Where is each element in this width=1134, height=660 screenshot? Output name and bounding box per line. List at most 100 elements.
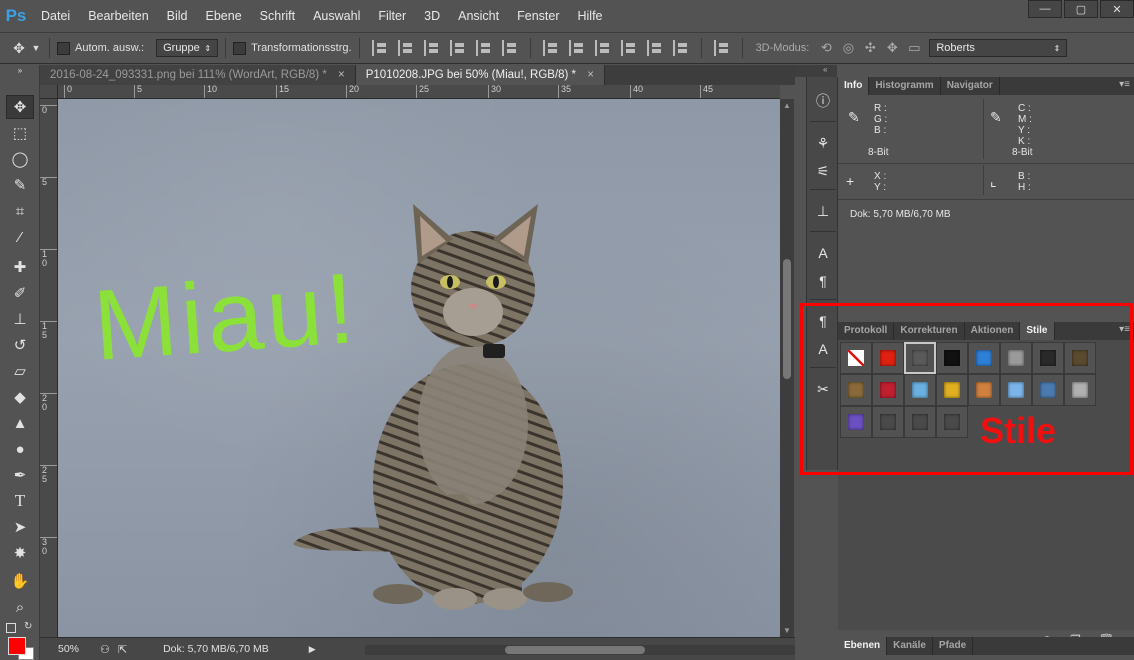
- blur-tool-icon[interactable]: ▲: [6, 411, 34, 435]
- dodge-tool-icon[interactable]: ●: [6, 437, 34, 461]
- default-colors-icon[interactable]: [6, 623, 16, 633]
- hand-tool-icon[interactable]: ✋: [6, 569, 34, 593]
- menu-fenster[interactable]: Fenster: [508, 0, 568, 32]
- info-panel-icon[interactable]: ⓘ: [811, 89, 835, 113]
- menu-bearbeiten[interactable]: Bearbeiten: [79, 0, 157, 32]
- transform-controls-checkbox[interactable]: [233, 41, 247, 55]
- share-icon[interactable]: ⇱: [118, 643, 127, 656]
- distribute-vcenter-icon[interactable]: [568, 40, 585, 56]
- crop-tool-icon[interactable]: ⌗: [6, 199, 34, 223]
- menu-hilfe[interactable]: Hilfe: [569, 0, 612, 32]
- tab-document-2[interactable]: P1010208.JPG bei 50% (Miau!, RGB/8) * ×: [355, 65, 605, 85]
- align-vcenter-icon[interactable]: [397, 40, 414, 56]
- scrollbar-thumb[interactable]: [783, 259, 791, 379]
- canvas-text-layer[interactable]: Miau!: [90, 251, 362, 384]
- tab-navigator[interactable]: Navigator: [941, 77, 1000, 95]
- horizontal-scrollbar[interactable]: [365, 645, 795, 655]
- tab-kanaele[interactable]: Kanäle: [887, 637, 933, 655]
- pen-tool-icon[interactable]: ✒: [6, 463, 34, 487]
- tab-ebenen[interactable]: Ebenen: [838, 637, 888, 655]
- marquee-tool-icon[interactable]: ⬚: [6, 121, 34, 145]
- quick-select-tool-icon[interactable]: ✎: [6, 173, 34, 197]
- camera-3d-icon[interactable]: ▭: [903, 40, 925, 56]
- style-swatch-empty-1[interactable]: [872, 406, 904, 438]
- tab-stile[interactable]: Stile: [1020, 322, 1055, 340]
- character-panel-icon[interactable]: A: [811, 241, 835, 265]
- panel-menu-icon[interactable]: ▾≡: [1119, 79, 1130, 90]
- tab-document-1[interactable]: 2016-08-24_093331.png bei 111% (WordArt,…: [40, 65, 356, 85]
- style-swatch-empty-2[interactable]: [904, 406, 936, 438]
- menu-ansicht[interactable]: Ansicht: [449, 0, 508, 32]
- menu-auswahl[interactable]: Auswahl: [304, 0, 369, 32]
- foreground-color-swatch[interactable]: [8, 637, 26, 655]
- type-tool-icon[interactable]: T: [6, 489, 34, 513]
- roll-3d-icon[interactable]: ◎: [837, 40, 859, 56]
- auto-align-icon[interactable]: [713, 40, 730, 56]
- eraser-tool-icon[interactable]: ▱: [6, 359, 34, 383]
- distribute-left-icon[interactable]: [620, 40, 637, 56]
- dock-collapse-bar[interactable]: «: [795, 65, 837, 77]
- document-canvas[interactable]: Miau!: [58, 99, 780, 637]
- menu-filter[interactable]: Filter: [369, 0, 415, 32]
- status-menu-icon[interactable]: ▶: [309, 644, 316, 655]
- toolbox-collapse-icon[interactable]: »: [6, 65, 34, 75]
- style-swatch-black-button[interactable]: [936, 342, 968, 374]
- style-swatch-brown-texture[interactable]: [1064, 342, 1096, 374]
- menu-ebene[interactable]: Ebene: [197, 0, 251, 32]
- tool-preset-dropdown-icon[interactable]: ▼: [30, 43, 42, 53]
- distribute-right-icon[interactable]: [672, 40, 689, 56]
- slide-3d-icon[interactable]: ✥: [881, 40, 903, 56]
- align-left-icon[interactable]: [449, 40, 466, 56]
- style-swatch-dark-gradient[interactable]: [1032, 342, 1064, 374]
- tab-histogramm[interactable]: Histogramm: [869, 77, 941, 95]
- paint-bucket-tool-icon[interactable]: ◆: [6, 385, 34, 409]
- tab-korrekturen[interactable]: Korrekturen: [894, 322, 965, 340]
- zoom-level[interactable]: 50%: [58, 643, 92, 655]
- vertical-ruler[interactable]: 0 5 1 0 1 5 2 0 2 5 3 0: [40, 99, 58, 637]
- auto-select-checkbox[interactable]: [57, 41, 70, 55]
- shape-tool-icon[interactable]: ✸: [6, 541, 34, 565]
- view-options-icon[interactable]: ⚇: [100, 643, 110, 656]
- brush-presets-icon[interactable]: ⚘: [811, 131, 835, 155]
- align-top-icon[interactable]: [371, 40, 388, 56]
- history-brush-tool-icon[interactable]: ↺: [6, 333, 34, 357]
- style-swatch-sunset[interactable]: [1032, 374, 1064, 406]
- font-select[interactable]: Roberts ⇕: [929, 39, 1068, 57]
- zoom-tool-icon[interactable]: ⌕: [6, 595, 34, 619]
- eyedropper-tool-icon[interactable]: ⁄: [6, 225, 34, 249]
- style-swatch-dark-frame[interactable]: [904, 342, 936, 374]
- horizontal-ruler[interactable]: 0 5 10 15 20 25 30 35 40 45: [58, 85, 780, 99]
- align-right-icon[interactable]: [501, 40, 518, 56]
- align-hcenter-icon[interactable]: [475, 40, 492, 56]
- move-tool-icon[interactable]: ✥: [6, 95, 34, 119]
- style-swatch-bronze[interactable]: [840, 374, 872, 406]
- distribute-bottom-icon[interactable]: [594, 40, 611, 56]
- paragraph-panel-icon[interactable]: ¶: [811, 269, 835, 293]
- style-swatch-red-stripes[interactable]: [872, 374, 904, 406]
- style-swatch-gray-noise[interactable]: [1064, 374, 1096, 406]
- clone-source-icon[interactable]: ⊥: [811, 199, 835, 223]
- brush-tool-icon[interactable]: ✐: [6, 281, 34, 305]
- close-icon[interactable]: ×: [587, 69, 594, 81]
- distribute-top-icon[interactable]: [542, 40, 559, 56]
- adjustments-icon[interactable]: ⚟: [811, 159, 835, 183]
- drag-3d-icon[interactable]: ✣: [859, 40, 881, 56]
- paragraph-styles-icon[interactable]: ¶: [811, 309, 835, 333]
- style-swatch-red-glow[interactable]: [872, 342, 904, 374]
- align-bottom-icon[interactable]: [423, 40, 440, 56]
- tab-protokoll[interactable]: Protokoll: [838, 322, 895, 340]
- maximize-button[interactable]: ▢: [1064, 0, 1098, 18]
- distribute-hcenter-icon[interactable]: [646, 40, 663, 56]
- swap-colors-icon[interactable]: ↻: [24, 621, 32, 632]
- style-swatch-orange-gradient[interactable]: [968, 374, 1000, 406]
- style-swatch-gold[interactable]: [936, 374, 968, 406]
- style-swatch-purple-blue[interactable]: [840, 406, 872, 438]
- vertical-scrollbar[interactable]: ▲ ▼: [780, 99, 794, 637]
- character-styles-icon[interactable]: A: [811, 337, 835, 361]
- lasso-tool-icon[interactable]: ◯: [6, 147, 34, 171]
- style-swatch-empty-3[interactable]: [936, 406, 968, 438]
- move-tool-icon[interactable]: ✥: [8, 40, 30, 57]
- close-button[interactable]: ✕: [1100, 0, 1134, 18]
- path-select-tool-icon[interactable]: ➤: [6, 515, 34, 539]
- style-swatch-none-style[interactable]: [840, 342, 872, 374]
